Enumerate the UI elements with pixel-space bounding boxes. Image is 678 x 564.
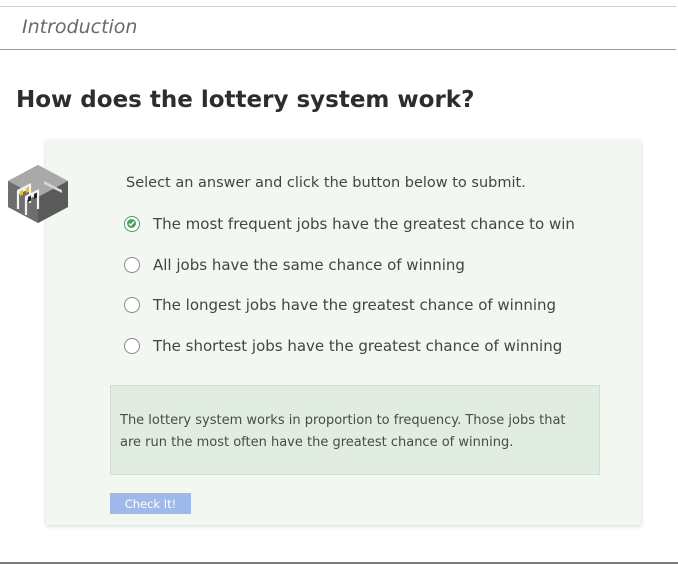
feedback-panel: The lottery system works in proportion t…: [110, 385, 600, 475]
check-it-button[interactable]: Check It!: [110, 493, 191, 514]
feedback-text: The lottery system works in proportion t…: [120, 413, 566, 450]
answer-option-2[interactable]: All jobs have the same chance of winning: [124, 254, 465, 276]
hurdle-icon: [4, 161, 72, 229]
answer-option-label: All jobs have the same chance of winning: [153, 256, 465, 274]
radio-circle-icon[interactable]: [124, 257, 140, 273]
answer-option-3[interactable]: The longest jobs have the greatest chanc…: [124, 294, 556, 316]
answer-option-label: The longest jobs have the greatest chanc…: [153, 296, 557, 314]
answer-option-1[interactable]: The most frequent jobs have the greatest…: [124, 213, 575, 235]
answer-option-label: The shortest jobs have the greatest chan…: [153, 337, 563, 355]
check-circle-icon[interactable]: [124, 216, 140, 232]
answer-option-label: The most frequent jobs have the greatest…: [153, 215, 575, 233]
radio-circle-icon[interactable]: [124, 297, 140, 313]
section-header: Introduction: [0, 6, 676, 50]
question-title: How does the lottery system work?: [16, 87, 475, 113]
lesson-page: Introduction How does the lottery system…: [0, 0, 678, 564]
instructions-text: Select an answer and click the button be…: [126, 175, 526, 191]
answer-option-4[interactable]: The shortest jobs have the greatest chan…: [124, 335, 562, 357]
radio-circle-icon[interactable]: [124, 338, 140, 354]
section-label: Introduction: [22, 16, 138, 38]
